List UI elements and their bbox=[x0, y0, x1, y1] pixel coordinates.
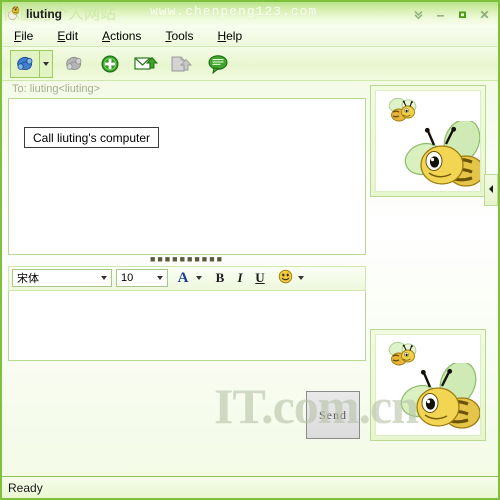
toolbar: Call liuting's computer bbox=[2, 47, 498, 148]
message-history[interactable] bbox=[8, 98, 366, 255]
bee-avatar-bottom[interactable] bbox=[370, 329, 486, 441]
font-color-dropdown[interactable] bbox=[193, 268, 205, 288]
menu-item-tools[interactable]: Tools bbox=[163, 28, 195, 44]
chevron-down-icon[interactable] bbox=[153, 270, 167, 286]
large-bee-icon bbox=[404, 119, 480, 191]
font-color-button[interactable]: A bbox=[173, 268, 193, 288]
formatting-toolbar: 宋体 10 A B I U bbox=[8, 265, 366, 291]
underline-button[interactable]: U bbox=[250, 268, 270, 288]
window-controls bbox=[412, 8, 496, 21]
status-text: Ready bbox=[8, 480, 43, 495]
chevron-left-icon bbox=[487, 183, 495, 197]
toolbar-tooltip: Call liuting's computer bbox=[24, 127, 160, 148]
menu-bar: File Edit Actions Tools Help bbox=[2, 26, 498, 47]
watermark-url-text: www.chenpeng123.com bbox=[150, 4, 318, 19]
menu-item-actions[interactable]: Actions bbox=[100, 28, 143, 44]
emoticon-button[interactable] bbox=[275, 268, 295, 288]
avatar-image-bottom bbox=[375, 334, 481, 436]
menu-item-edit[interactable]: Edit bbox=[55, 28, 80, 44]
title-bar-left: liuting bbox=[6, 5, 62, 24]
splitter-dots: ■■■■■■■■■■ bbox=[149, 255, 224, 265]
close-icon[interactable] bbox=[478, 8, 491, 21]
font-name-combo[interactable]: 宋体 bbox=[12, 269, 112, 287]
status-bar: Ready bbox=[2, 476, 498, 498]
minimize-icon[interactable] bbox=[434, 8, 447, 21]
bee-icon bbox=[6, 5, 22, 24]
emoticon-dropdown[interactable] bbox=[295, 268, 307, 288]
title-bar: 陈鹏的个人网站 www.chenpeng123.com liuting bbox=[2, 2, 498, 26]
avatar-image-top bbox=[375, 90, 481, 192]
chat-button[interactable] bbox=[203, 50, 233, 78]
send-button[interactable]: Send bbox=[306, 391, 360, 439]
smiley-icon bbox=[278, 269, 293, 287]
font-name-value: 宋体 bbox=[17, 273, 39, 285]
font-size-combo[interactable]: 10 bbox=[116, 269, 168, 287]
font-size-value: 10 bbox=[121, 272, 134, 284]
messenger-window: 陈鹏的个人网站 www.chenpeng123.com liuting File… bbox=[0, 0, 500, 500]
add-contact-button[interactable] bbox=[95, 50, 125, 78]
chevron-down-icon[interactable] bbox=[97, 270, 111, 286]
collapse-panel-button[interactable] bbox=[484, 174, 498, 206]
panel-splitter[interactable]: ■■■■■■■■■■ bbox=[8, 255, 366, 266]
call-phone-button[interactable] bbox=[59, 50, 89, 78]
bee-avatar-top[interactable] bbox=[370, 85, 486, 197]
call-dropdown-button[interactable] bbox=[40, 49, 53, 78]
bold-button[interactable]: B bbox=[210, 268, 230, 288]
maximize-icon[interactable] bbox=[456, 8, 469, 21]
compose-input[interactable] bbox=[8, 290, 366, 361]
large-bee-icon bbox=[400, 361, 480, 435]
send-email-button[interactable] bbox=[131, 50, 161, 78]
menu-item-help[interactable]: Help bbox=[215, 28, 244, 44]
avatar-column bbox=[368, 81, 488, 447]
send-file-button[interactable] bbox=[167, 50, 197, 78]
menu-item-file[interactable]: File bbox=[12, 28, 35, 44]
call-computer-button[interactable] bbox=[10, 49, 40, 78]
italic-button[interactable]: I bbox=[230, 268, 250, 288]
chevrons-down-icon[interactable] bbox=[412, 8, 425, 21]
chevron-down-icon bbox=[43, 61, 49, 66]
avatar-spacer bbox=[370, 197, 486, 329]
compose-area: Send bbox=[8, 290, 366, 446]
recipient-line: To: liuting<liuting> bbox=[12, 83, 101, 95]
window-title: liuting bbox=[26, 7, 62, 21]
